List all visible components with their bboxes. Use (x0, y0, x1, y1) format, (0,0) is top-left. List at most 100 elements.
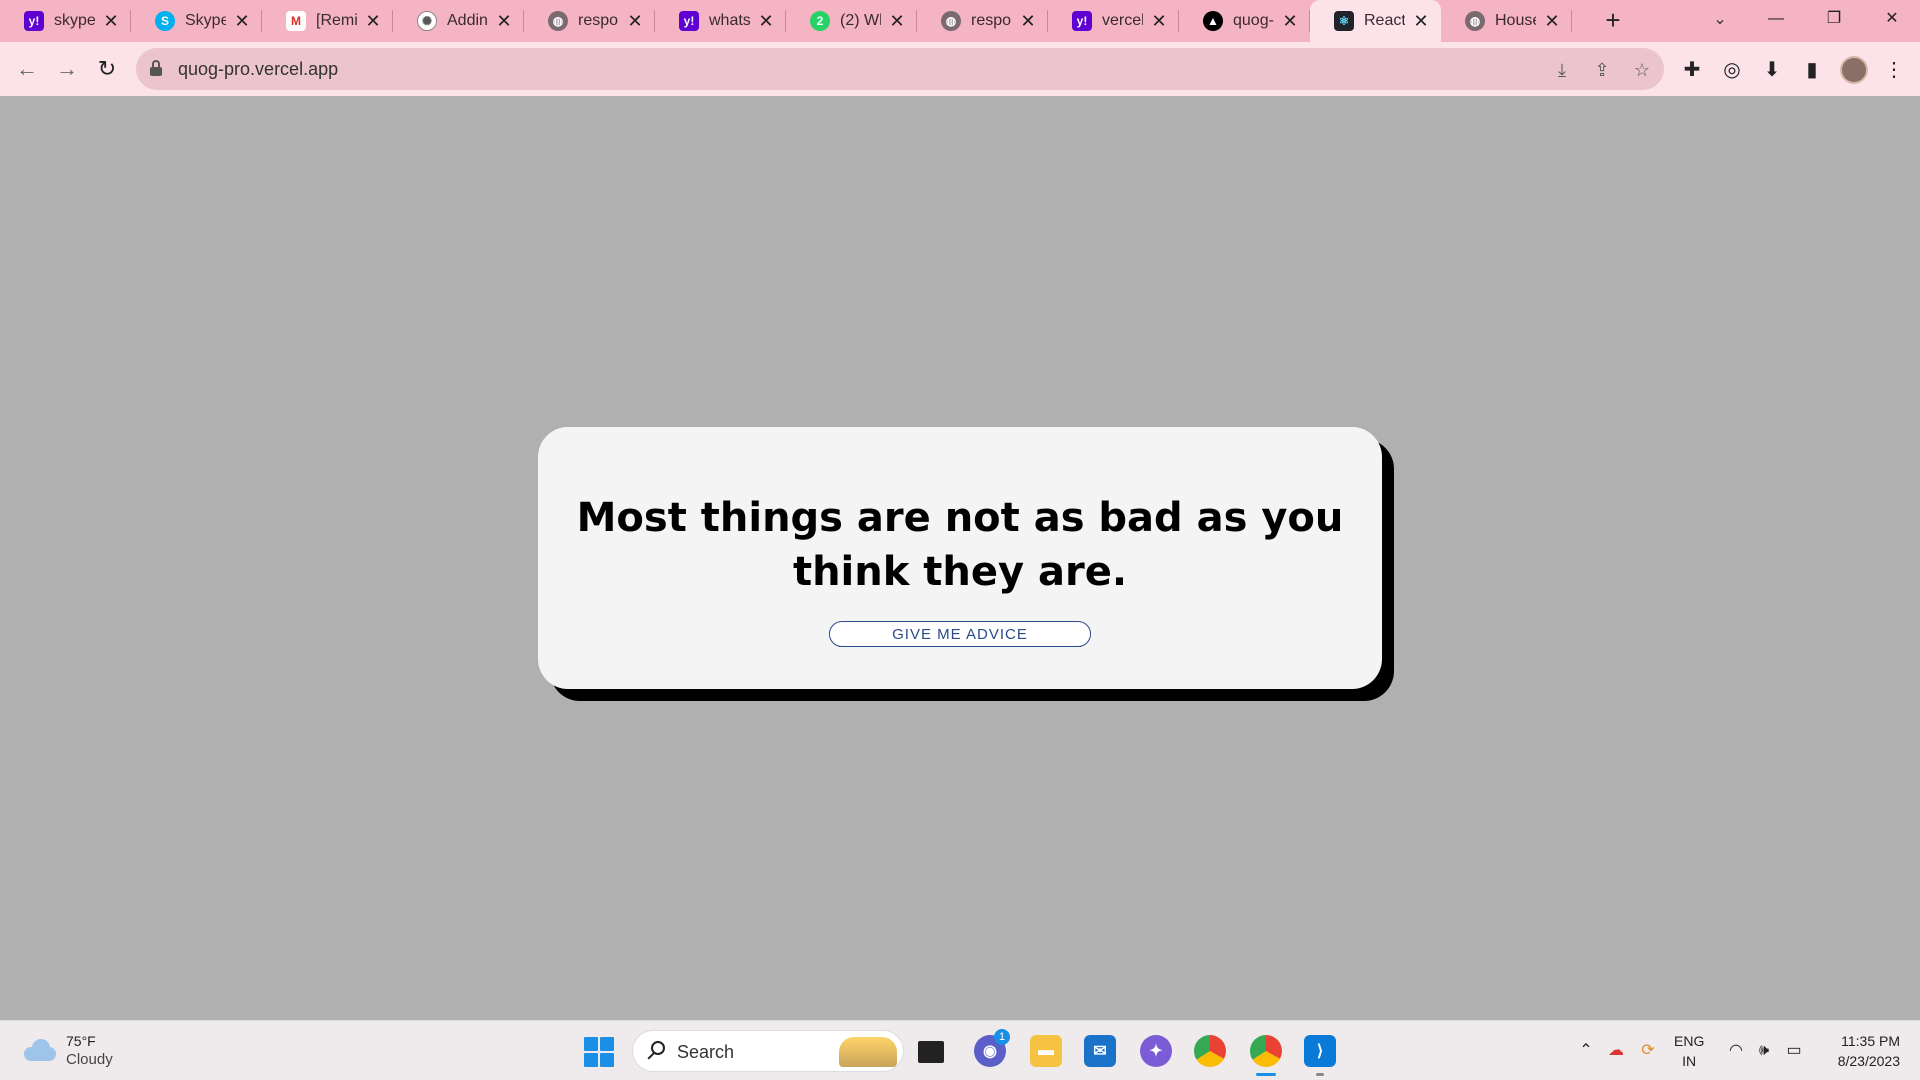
restore-icon[interactable]: ❐ (1806, 0, 1862, 38)
tab-title: React A (1364, 12, 1405, 29)
close-tab-icon[interactable]: ✕ (756, 11, 776, 31)
browser-tab[interactable]: ◍ respons ✕ (524, 0, 655, 42)
search-placeholder: Search (677, 1042, 735, 1062)
close-tab-icon[interactable]: ✕ (1280, 11, 1300, 31)
language-code: ENG (1674, 1033, 1705, 1049)
clock-date: 8/23/2023 (1837, 1053, 1900, 1069)
vscode-icon[interactable]: ⟩ (1304, 1035, 1336, 1067)
chrome-profile-icon[interactable] (1250, 1035, 1282, 1067)
onedrive-error-icon[interactable]: ☁ (1604, 1039, 1628, 1063)
whatsapp-icon: 2 (810, 11, 830, 31)
taskbar-search[interactable]: Search (632, 1030, 904, 1072)
language-indicator[interactable]: ENG IN (1674, 1031, 1704, 1071)
performance-icon[interactable]: ◎ (1718, 56, 1746, 84)
active-app-indicator (1256, 1073, 1276, 1076)
clock-time: 11:35 PM (1841, 1033, 1900, 1049)
browser-tab[interactable]: M [Reminc ✕ (262, 0, 393, 42)
browser-tab[interactable]: ✺ Adding ✕ (393, 0, 524, 42)
chrome-icon[interactable] (1194, 1035, 1226, 1067)
address-bar[interactable]: quog-pro.vercel.app ⤓ ⇪ ☆ (136, 48, 1664, 90)
tab-title: respons (578, 12, 619, 29)
url-text[interactable]: quog-pro.vercel.app (178, 59, 338, 80)
yahoo-icon: y! (24, 11, 44, 31)
advice-card: Most things are not as bad as you think … (538, 427, 1382, 689)
tab-separator (1571, 10, 1572, 32)
tab-title: quog-p (1233, 12, 1274, 29)
running-app-indicator (1316, 1073, 1324, 1076)
close-tab-icon[interactable]: ✕ (1411, 11, 1431, 31)
close-tab-icon[interactable]: ✕ (363, 11, 383, 31)
weather-widget[interactable]: 75°F Cloudy (24, 1031, 164, 1071)
close-tab-icon[interactable]: ✕ (625, 11, 645, 31)
battery-icon[interactable]: ▭ (1782, 1039, 1806, 1063)
browser-tab[interactable]: ⚛ React A ✕ (1310, 0, 1441, 42)
browser-tab[interactable]: ▲ quog-p ✕ (1179, 0, 1310, 42)
window-close-icon[interactable]: ✕ (1864, 0, 1920, 38)
share-icon[interactable]: ⇪ (1590, 58, 1614, 82)
chatgpt-icon: ✺ (417, 11, 437, 31)
react-icon: ⚛ (1334, 11, 1354, 31)
tab-search-chevron-icon[interactable]: ⌄ (1708, 8, 1732, 32)
chevron-up-icon[interactable]: ⌃ (1574, 1039, 1598, 1063)
volume-icon[interactable]: 🕪 (1752, 1039, 1776, 1063)
cloud-icon (24, 1039, 56, 1061)
browser-tab[interactable]: 2 (2) Wha ✕ (786, 0, 917, 42)
globe-icon: ◍ (548, 11, 568, 31)
mail-icon[interactable]: ✉ (1084, 1035, 1116, 1067)
close-tab-icon[interactable]: ✕ (887, 11, 907, 31)
chat-notification-badge: 1 (994, 1029, 1010, 1045)
give-advice-button[interactable]: GIVE ME ADVICE (829, 621, 1091, 647)
tab-title: Adding (447, 12, 488, 29)
sync-icon[interactable]: ⟳ (1636, 1039, 1660, 1063)
file-explorer-icon[interactable]: ▬ (1030, 1035, 1062, 1067)
minimize-icon[interactable]: — (1748, 0, 1804, 38)
vercel-icon: ▲ (1203, 11, 1223, 31)
tab-title: respons (971, 12, 1012, 29)
copilot-icon[interactable]: ✦ (1140, 1035, 1172, 1067)
reload-icon[interactable]: ↻ (92, 54, 122, 84)
browser-toolbar: ← → ↻ quog-pro.vercel.app ⤓ ⇪ ☆ ✚ ◎ ⬇ ▮ … (0, 42, 1920, 96)
advice-text: Most things are not as bad as you think … (576, 495, 1344, 595)
close-tab-icon[interactable]: ✕ (1018, 11, 1038, 31)
tab-title: (2) Wha (840, 12, 881, 29)
browser-tab[interactable]: S Skype ✕ (131, 0, 262, 42)
tab-title: House (1495, 12, 1536, 29)
skype-icon: S (155, 11, 175, 31)
task-view-icon[interactable] (918, 1041, 944, 1063)
back-arrow-icon[interactable]: ← (12, 54, 42, 84)
bookmark-star-icon[interactable]: ☆ (1630, 58, 1654, 82)
tab-title: whatsw (709, 12, 750, 29)
browser-tab[interactable]: y! vercel - ✕ (1048, 0, 1179, 42)
system-clock[interactable]: 11:35 PM 8/23/2023 (1820, 1031, 1900, 1071)
extensions-icon[interactable]: ✚ (1678, 56, 1706, 84)
browser-tab[interactable]: ◍ House ✕ (1441, 0, 1572, 42)
forward-arrow-icon[interactable]: → (52, 54, 82, 84)
menu-kebab-icon[interactable]: ⋮ (1880, 56, 1908, 84)
page-viewport: Most things are not as bad as you think … (0, 96, 1920, 1020)
close-tab-icon[interactable]: ✕ (494, 11, 514, 31)
tab-title: skype w (54, 12, 95, 29)
gmail-icon: M (286, 11, 306, 31)
close-tab-icon[interactable]: ✕ (1149, 11, 1169, 31)
close-tab-icon[interactable]: ✕ (232, 11, 252, 31)
tab-title: Skype (185, 12, 226, 29)
tab-title: [Reminc (316, 12, 357, 29)
close-tab-icon[interactable]: ✕ (101, 11, 121, 31)
weather-temperature: 75°F (66, 1033, 96, 1049)
browser-tab[interactable]: y! skype w ✕ (0, 0, 131, 42)
windows-start-icon[interactable] (584, 1037, 614, 1067)
wifi-icon[interactable]: ◠ (1724, 1039, 1748, 1063)
weather-condition: Cloudy (66, 1051, 113, 1068)
lock-icon[interactable] (150, 60, 162, 76)
profile-avatar[interactable] (1840, 56, 1868, 84)
close-tab-icon[interactable]: ✕ (1542, 11, 1562, 31)
new-tab-icon[interactable]: + (1600, 7, 1626, 34)
yahoo-icon: y! (679, 11, 699, 31)
browser-tab[interactable]: y! whatsw ✕ (655, 0, 786, 42)
download-icon[interactable]: ⬇ (1758, 56, 1786, 84)
tab-title: vercel - (1102, 12, 1143, 29)
search-highlight-image (839, 1037, 897, 1067)
browser-tab[interactable]: ◍ respons ✕ (917, 0, 1048, 42)
side-panel-icon[interactable]: ▮ (1798, 56, 1826, 84)
install-app-icon[interactable]: ⤓ (1550, 58, 1574, 82)
